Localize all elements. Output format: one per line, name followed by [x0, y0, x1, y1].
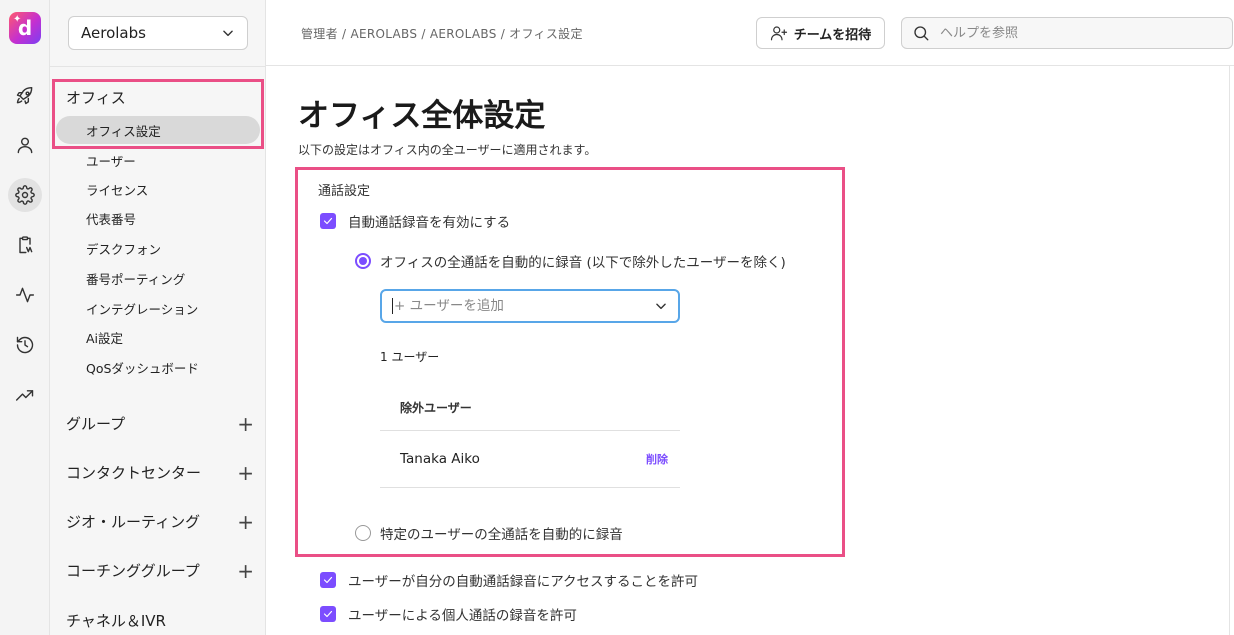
sidebar-section-contact-center[interactable]: コンタクトセンター +: [66, 462, 254, 483]
plus-icon[interactable]: +: [237, 463, 254, 483]
excluded-users-header: 除外ユーザー: [380, 385, 680, 431]
auto-record-label: 自動通話録音を有効にする: [348, 215, 511, 231]
plus-icon[interactable]: +: [237, 512, 254, 532]
remove-user-button[interactable]: 削除: [646, 451, 668, 467]
check-icon: [323, 576, 333, 584]
allow-personal-label: ユーザーによる個人通話の録音を許可: [348, 608, 577, 624]
sidebar-item-qos-dashboard[interactable]: QoSダッシュボード: [86, 358, 199, 377]
sidebar-item-users[interactable]: ユーザー: [86, 151, 136, 170]
section-label: コンタクトセンター: [66, 464, 202, 482]
excluded-user-name: Tanaka Aiko: [400, 451, 480, 467]
sidebar-item-ai-settings[interactable]: Ai設定: [86, 328, 123, 347]
excluded-user-count: 1 ユーザー: [380, 350, 440, 364]
chevron-down-icon[interactable]: [654, 299, 668, 313]
text-cursor: [392, 298, 393, 314]
invite-team-label: チームを招待: [793, 27, 872, 43]
help-search[interactable]: [901, 17, 1233, 49]
allow-access-option[interactable]: ユーザーが自分の自動通話録音にアクセスすることを許可: [320, 570, 698, 590]
sidebar-section-groups[interactable]: グループ +: [66, 413, 254, 434]
allow-access-label: ユーザーが自分の自動通話録音にアクセスすることを許可: [348, 574, 699, 590]
sidebar-item-integrations[interactable]: インテグレーション: [86, 299, 198, 318]
activity-icon[interactable]: [8, 278, 42, 312]
invite-team-button[interactable]: チームを招待: [756, 17, 885, 49]
check-icon: [323, 610, 333, 618]
record-specific-radio[interactable]: [355, 525, 371, 541]
allow-personal-option[interactable]: ユーザーによる個人通話の録音を許可: [320, 604, 577, 624]
sidebar-item-main-number[interactable]: 代表番号: [86, 209, 136, 228]
allow-personal-checkbox[interactable]: [320, 606, 336, 622]
sidebar-section-coaching-groups[interactable]: コーチンググループ +: [66, 560, 254, 581]
section-label: チャネル＆IVR: [66, 612, 166, 630]
sidebar-section-channels-ivr[interactable]: チャネル＆IVR: [66, 610, 254, 631]
excluded-users-table: 除外ユーザー Tanaka Aiko 削除: [380, 385, 680, 488]
table-row: Tanaka Aiko 削除: [380, 431, 680, 488]
record-all-option[interactable]: オフィスの全通話を自動的に録音 (以下で除外したユーザーを除く): [355, 251, 786, 271]
add-person-icon: [770, 26, 787, 41]
section-label: コーチンググループ: [66, 562, 200, 580]
section-label: ジオ・ルーティング: [66, 513, 201, 531]
call-settings-label: 通話設定: [318, 184, 371, 199]
icon-rail: ✦ d: [0, 0, 50, 635]
sidebar-divider: [50, 66, 266, 67]
main-content: オフィス全体設定 以下の設定はオフィス内の全ユーザーに適用されます。 通話設定 …: [266, 66, 1230, 635]
chevron-down-icon: [223, 30, 233, 37]
auto-record-checkbox[interactable]: [320, 213, 336, 229]
gear-icon[interactable]: [8, 178, 42, 212]
settings-sidebar: Aerolabs オフィス オフィス設定 ユーザー ライセンス 代表番号 デスク…: [50, 0, 266, 635]
rocket-icon[interactable]: [8, 79, 42, 113]
sparkle-icon: ✦: [13, 14, 22, 25]
person-icon[interactable]: [8, 128, 42, 162]
page-description: 以下の設定はオフィス内の全ユーザーに適用されます。: [298, 143, 597, 157]
auto-record-option[interactable]: 自動通話録音を有効にする: [320, 211, 510, 231]
record-specific-option[interactable]: 特定のユーザーの全通話を自動的に録音: [355, 523, 623, 543]
search-icon: [914, 26, 929, 41]
history-icon[interactable]: [8, 328, 42, 362]
sidebar-item-desk-phones[interactable]: デスクフォン: [86, 239, 161, 258]
sidebar-item-number-porting[interactable]: 番号ポーティング: [86, 269, 185, 288]
section-label: グループ: [66, 415, 126, 433]
clipboard-icon[interactable]: [8, 228, 42, 262]
breadcrumb: 管理者 / AEROLABS / AEROLABS / オフィス設定: [301, 27, 583, 41]
sidebar-section-geo-routing[interactable]: ジオ・ルーティング +: [66, 511, 254, 532]
app-logo[interactable]: ✦ d: [9, 12, 41, 44]
sidebar-item-licenses[interactable]: ライセンス: [86, 180, 148, 199]
help-search-input[interactable]: [940, 25, 1210, 41]
plus-icon[interactable]: +: [237, 561, 254, 581]
sidebar-item-office-settings[interactable]: オフィス設定: [86, 121, 161, 140]
org-selector[interactable]: Aerolabs: [68, 16, 248, 50]
check-icon: [323, 217, 333, 225]
trending-icon[interactable]: [8, 378, 42, 412]
top-bar: 管理者 / AEROLABS / AEROLABS / オフィス設定 チームを招…: [266, 0, 1234, 66]
record-specific-label: 特定のユーザーの全通話を自動的に録音: [380, 527, 623, 543]
add-user-select[interactable]: [380, 289, 680, 323]
page-title: オフィス全体設定: [298, 98, 546, 134]
org-name: Aerolabs: [81, 24, 146, 42]
plus-icon[interactable]: +: [237, 414, 254, 434]
allow-access-checkbox[interactable]: [320, 572, 336, 588]
record-all-radio[interactable]: [355, 253, 371, 269]
add-user-input[interactable]: [394, 298, 634, 314]
record-all-label: オフィスの全通話を自動的に録音 (以下で除外したユーザーを除く): [380, 255, 786, 271]
sidebar-section-office[interactable]: オフィス: [66, 87, 126, 108]
